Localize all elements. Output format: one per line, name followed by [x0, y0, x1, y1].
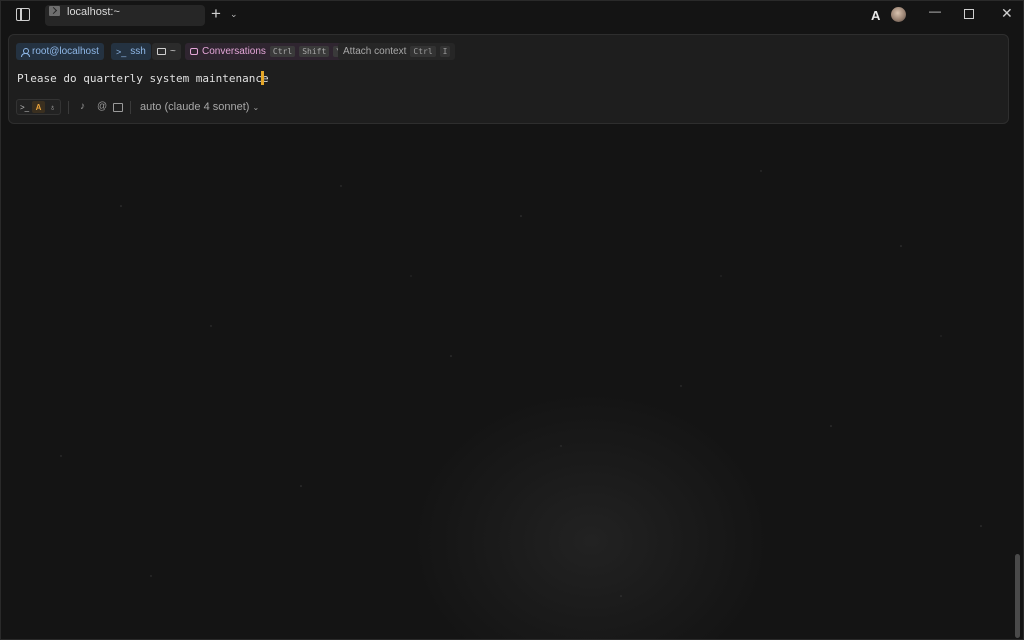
conversations-chip[interactable]: Conversations Ctrl Shift Y	[185, 43, 350, 60]
agent-mode-icon[interactable]: A	[32, 101, 45, 113]
at-mention-icon[interactable]: @	[97, 101, 107, 112]
maximize-button[interactable]	[964, 9, 974, 19]
terminal-tab-icon	[49, 6, 60, 16]
user-chip[interactable]: root@localhost	[16, 43, 104, 60]
ssh-chip[interactable]: >_ ssh	[111, 43, 151, 60]
user-icon	[21, 47, 30, 57]
terminal-prompt-icon: >_	[116, 46, 127, 57]
terminal-window: localhost:~ + ⌄ A — ✕ root@localhost >_ …	[0, 0, 1024, 640]
lightbulb-icon[interactable]: ♁	[46, 101, 59, 113]
directory-chip-label: ~	[170, 46, 176, 57]
shortcut-key: Ctrl	[269, 46, 296, 57]
divider	[130, 101, 131, 114]
mode-switcher: >_ A ♁	[16, 99, 61, 115]
conversations-label: Conversations	[202, 46, 266, 57]
shortcut-key: Shift	[299, 46, 330, 57]
model-selector[interactable]: auto (claude 4 sonnet) ⌄	[140, 101, 259, 113]
agent-logo-icon[interactable]: A	[871, 8, 880, 23]
minimize-button[interactable]: —	[929, 4, 941, 18]
image-icon[interactable]	[113, 103, 123, 112]
text-cursor	[261, 71, 264, 85]
close-button[interactable]: ✕	[1001, 5, 1013, 22]
folder-icon	[157, 48, 166, 55]
sidebar-toggle-icon[interactable]	[16, 8, 30, 21]
divider	[68, 101, 69, 114]
title-bar: localhost:~ + ⌄ A — ✕	[1, 1, 1024, 29]
new-tab-button[interactable]: +	[211, 4, 221, 24]
attach-context-button[interactable]: Attach context Ctrl I	[338, 43, 456, 60]
agent-input-panel: root@localhost >_ ssh ~ Conversations Ct…	[8, 34, 1009, 124]
chat-bubble-icon	[190, 48, 198, 55]
chevron-down-icon: ⌄	[252, 103, 260, 112]
shortcut-key: I	[439, 46, 451, 57]
user-chip-label: root@localhost	[32, 46, 99, 57]
microphone-icon[interactable]: ♪	[80, 101, 85, 112]
ssh-chip-label: ssh	[130, 46, 146, 57]
background-texture	[60, 170, 982, 597]
directory-chip[interactable]: ~	[152, 43, 181, 60]
model-label: auto (claude 4 sonnet)	[140, 101, 250, 113]
prompt-input[interactable]: Please do quarterly system maintenance	[17, 72, 269, 85]
chevron-down-icon[interactable]: ⌄	[230, 9, 238, 20]
terminal-mode-icon[interactable]: >_	[18, 101, 31, 113]
tab-title[interactable]: localhost:~	[67, 6, 120, 18]
attach-context-label: Attach context	[343, 46, 407, 57]
avatar[interactable]	[891, 7, 906, 22]
shortcut-key: Ctrl	[410, 46, 436, 57]
scrollbar[interactable]	[1015, 554, 1020, 638]
